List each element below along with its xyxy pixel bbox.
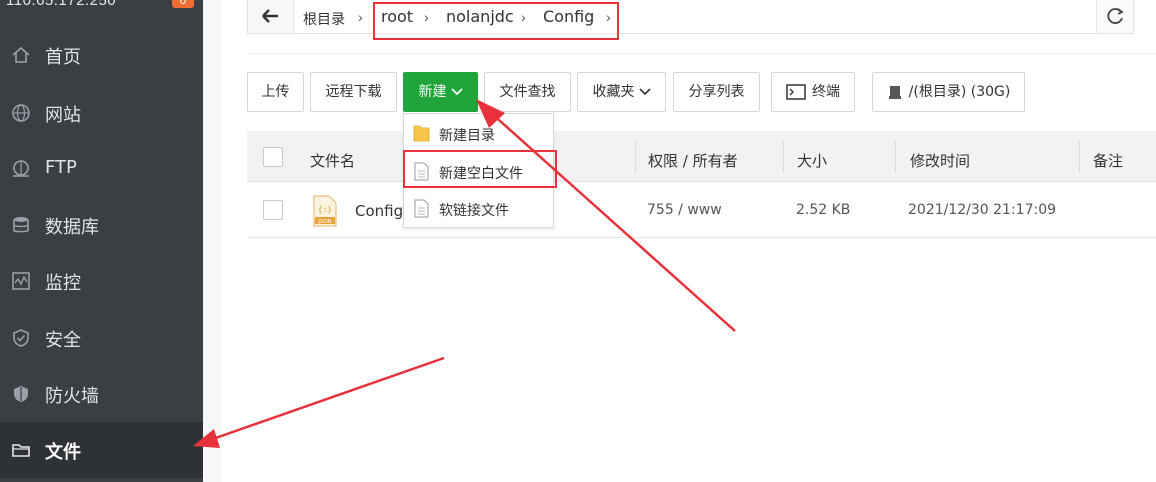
sidebar-item-monitor[interactable]: 监控 [0,253,203,309]
globe-icon [12,104,30,122]
sidebar-gutter [203,0,221,482]
arrow-to-files-item [206,356,445,443]
sidebar-item-label: 网站 [45,105,81,126]
header-mtime[interactable]: 修改时间 [910,150,970,171]
sidebar-item-database[interactable]: 数据库 [0,197,203,253]
sidebar-item-label: 安全 [45,330,81,351]
file-name[interactable]: Config [355,202,403,220]
disk-label: /(根目录) (30G) [908,84,1011,100]
header-name[interactable]: 文件名 [310,150,355,171]
header-permission[interactable]: 权限 / 所有者 [648,150,738,171]
column-divider [635,141,636,173]
divider [247,53,1156,54]
svg-text:{:}: {:} [318,205,332,214]
column-divider [1079,141,1080,173]
refresh-icon [1107,8,1124,24]
sidebar-item-security[interactable]: 安全 [0,310,203,366]
breadcrumb-root[interactable]: 根目录 [303,9,345,29]
sidebar-item-files[interactable]: 文件 [0,422,203,478]
new-button-label: 新建 [418,84,447,100]
server-ip: 110.65.172.250 [6,0,117,9]
notification-badge[interactable]: 0 [172,0,194,8]
file-table-header: 文件名 权限 / 所有者 大小 修改时间 备注 [247,131,1156,182]
chevron-down-icon [638,88,651,96]
disk-icon [888,86,901,99]
upload-button[interactable]: 上传 [247,72,304,112]
home-icon [12,46,30,63]
sidebar-item-home[interactable]: 首页 [0,27,203,83]
terminal-button[interactable]: 终端 [771,72,855,112]
favorites-label: 收藏夹 [592,84,635,100]
sidebar: 110.65.172.250 0 首页 网站 FTP 数据库 监控 安全 防火墙… [0,0,203,482]
terminal-label: 终端 [812,84,840,100]
remote-download-button[interactable]: 远程下载 [310,72,397,112]
sidebar-item-label: 监控 [45,273,81,294]
disk-button[interactable]: /(根目录) (30G) [872,72,1025,112]
sidebar-item-website[interactable]: 网站 [0,85,203,141]
monitor-icon [12,272,30,290]
menu-item-label: 软链接文件 [439,203,509,219]
file-manager-window: 110.65.172.250 0 首页 网站 FTP 数据库 监控 安全 防火墙… [0,0,1156,482]
chevron-right-icon: › [358,9,363,25]
arrow-left-icon [262,9,278,23]
sidebar-item-firewall[interactable]: 防火墙 [0,366,203,422]
file-size: 2.52 KB [796,202,851,218]
back-button[interactable] [248,0,294,33]
json-file-icon: {:} JSON [313,195,337,227]
new-button[interactable]: 新建 [403,72,478,112]
sidebar-item-label: 数据库 [45,217,99,238]
row-checkbox[interactable] [263,200,283,220]
server-info: 110.65.172.250 0 [0,0,203,22]
sidebar-item-label: 文件 [45,442,81,463]
sidebar-item-ftp[interactable]: FTP [0,141,203,197]
file-permission[interactable]: 755 / www [647,202,722,218]
file-mtime: 2021/12/30 21:17:09 [908,202,1057,218]
sidebar-item-label: 防火墙 [45,386,99,407]
file-icon [414,199,429,218]
highlight-box [373,2,619,40]
folder-icon [12,444,30,457]
share-list-button[interactable]: 分享列表 [673,72,760,112]
chevron-down-icon [450,88,463,96]
menu-item-label: 新建目录 [439,128,495,144]
column-divider [783,141,784,173]
favorites-button[interactable]: 收藏夹 [577,72,666,112]
highlight-box [403,150,557,188]
header-note: 备注 [1093,152,1124,170]
menu-item-new-folder[interactable]: 新建目录 [404,115,553,152]
terminal-icon [786,84,806,100]
sidebar-item-label: 首页 [45,47,81,68]
svg-text:JSON: JSON [317,219,332,225]
sidebar-item-label: FTP [45,157,77,178]
header-size[interactable]: 大小 [797,150,827,171]
database-icon [13,217,29,233]
select-all-checkbox[interactable] [263,147,283,167]
column-divider [895,141,896,173]
ftp-icon [13,160,29,177]
firewall-icon [14,386,28,402]
shield-icon [13,329,29,347]
menu-item-symlink-file[interactable]: 软链接文件 [404,190,553,227]
refresh-button[interactable] [1096,0,1133,33]
file-search-button[interactable]: 文件查找 [484,72,571,112]
table-row[interactable]: {:} JSON Config 755 / www 2.52 KB 2021/1… [247,183,1156,238]
folder-icon [413,125,430,142]
